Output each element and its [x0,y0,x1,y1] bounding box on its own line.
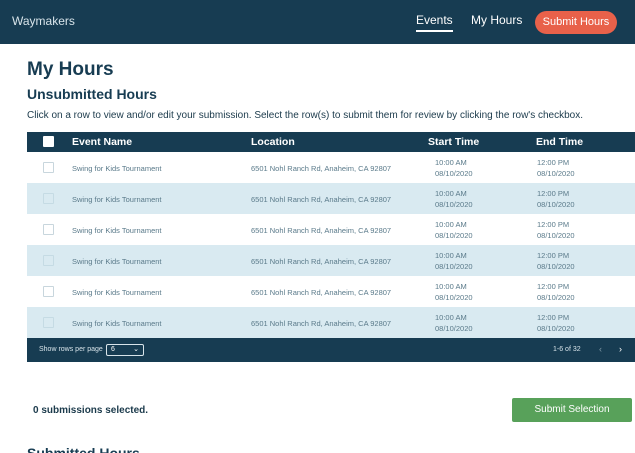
end-date: 08/10/2020 [537,262,575,271]
start-time-cell: 10:00 AM 08/10/2020 [435,219,473,241]
end-time-cell: 12:00 PM 08/10/2020 [537,157,575,179]
start-time: 10:00 AM [435,313,467,322]
end-time: 12:00 PM [537,220,570,229]
end-time: 12:00 PM [537,158,570,167]
table-header: Event Name Location Start Time End Time [27,132,635,152]
submitted-hours-title: Submitted Hours [27,445,140,453]
start-date: 08/10/2020 [435,231,473,240]
nav-link-events[interactable]: Events [416,13,453,32]
location-cell: 6501 Nohl Ranch Rd, Anaheim, CA 92807 [251,257,392,266]
brand-logo[interactable]: Waymakers [12,14,75,28]
nav-link-my-hours[interactable]: My Hours [471,13,522,27]
location-cell: 6501 Nohl Ranch Rd, Anaheim, CA 92807 [251,288,392,297]
row-checkbox[interactable] [43,162,54,173]
chevron-down-icon: ⌄ [133,346,139,353]
end-date: 08/10/2020 [537,293,575,302]
submit-selection-button[interactable]: Submit Selection [512,398,632,422]
row-checkbox[interactable] [43,255,54,266]
unsubmitted-hours-title: Unsubmitted Hours [27,86,157,102]
start-time-cell: 10:00 AM 08/10/2020 [435,281,473,303]
table-row[interactable]: Swing for Kids Tournament 6501 Nohl Ranc… [27,245,635,276]
end-time: 12:00 PM [537,313,570,322]
end-date: 08/10/2020 [537,169,575,178]
start-time-cell: 10:00 AM 08/10/2020 [435,250,473,272]
unsubmitted-hours-table: Event Name Location Start Time End Time … [27,132,635,362]
event-name-cell: Swing for Kids Tournament [72,257,162,266]
rows-per-page-value: 6 [111,346,115,353]
row-checkbox[interactable] [43,193,54,204]
start-date: 08/10/2020 [435,200,473,209]
location-cell: 6501 Nohl Ranch Rd, Anaheim, CA 92807 [251,164,392,173]
row-checkbox[interactable] [43,286,54,297]
start-date: 08/10/2020 [435,262,473,271]
page-title: My Hours [27,59,114,80]
select-all-checkbox[interactable] [43,136,54,147]
start-time-cell: 10:00 AM 08/10/2020 [435,312,473,334]
start-date: 08/10/2020 [435,293,473,302]
end-time: 12:00 PM [537,282,570,291]
rows-per-page-select[interactable]: 6 ⌄ [106,344,144,356]
start-time-cell: 10:00 AM 08/10/2020 [435,188,473,210]
column-header-start-time: Start Time [428,136,480,148]
start-time: 10:00 AM [435,282,467,291]
table-footer: Show rows per page 6 ⌄ 1-6 of 32 ‹ › [27,338,635,362]
instructions-text: Click on a row to view and/or edit your … [27,110,584,121]
selected-count-text: 0 submissions selected. [33,405,149,416]
end-time-cell: 12:00 PM 08/10/2020 [537,250,575,272]
row-checkbox[interactable] [43,224,54,235]
start-date: 08/10/2020 [435,169,473,178]
pagination-range: 1-6 of 32 [553,346,581,353]
end-time-cell: 12:00 PM 08/10/2020 [537,219,575,241]
event-name-cell: Swing for Kids Tournament [72,226,162,235]
end-date: 08/10/2020 [537,324,575,333]
location-cell: 6501 Nohl Ranch Rd, Anaheim, CA 92807 [251,195,392,204]
event-name-cell: Swing for Kids Tournament [72,288,162,297]
chevron-right-icon[interactable]: › [619,344,622,354]
table-row[interactable]: Swing for Kids Tournament 6501 Nohl Ranc… [27,214,635,245]
top-nav-bar: Waymakers Events My Hours Submit Hours [0,0,635,44]
event-name-cell: Swing for Kids Tournament [72,195,162,204]
rows-per-page-label: Show rows per page [39,346,103,353]
event-name-cell: Swing for Kids Tournament [72,164,162,173]
start-time-cell: 10:00 AM 08/10/2020 [435,157,473,179]
table-row[interactable]: Swing for Kids Tournament 6501 Nohl Ranc… [27,183,635,214]
column-header-location: Location [251,136,295,148]
location-cell: 6501 Nohl Ranch Rd, Anaheim, CA 92807 [251,226,392,235]
end-time: 12:00 PM [537,251,570,260]
start-time: 10:00 AM [435,220,467,229]
row-checkbox[interactable] [43,317,54,328]
start-time: 10:00 AM [435,158,467,167]
submit-hours-button[interactable]: Submit Hours [535,11,617,34]
end-date: 08/10/2020 [537,231,575,240]
end-time-cell: 12:00 PM 08/10/2020 [537,188,575,210]
start-time: 10:00 AM [435,251,467,260]
end-time: 12:00 PM [537,189,570,198]
table-row[interactable]: Swing for Kids Tournament 6501 Nohl Ranc… [27,307,635,338]
table-row[interactable]: Swing for Kids Tournament 6501 Nohl Ranc… [27,152,635,183]
start-time: 10:00 AM [435,189,467,198]
table-row[interactable]: Swing for Kids Tournament 6501 Nohl Ranc… [27,276,635,307]
end-time-cell: 12:00 PM 08/10/2020 [537,312,575,334]
location-cell: 6501 Nohl Ranch Rd, Anaheim, CA 92807 [251,319,392,328]
end-time-cell: 12:00 PM 08/10/2020 [537,281,575,303]
start-date: 08/10/2020 [435,324,473,333]
event-name-cell: Swing for Kids Tournament [72,319,162,328]
end-date: 08/10/2020 [537,200,575,209]
column-header-event-name: Event Name [72,136,133,148]
column-header-end-time: End Time [536,136,584,148]
chevron-left-icon[interactable]: ‹ [599,344,602,354]
